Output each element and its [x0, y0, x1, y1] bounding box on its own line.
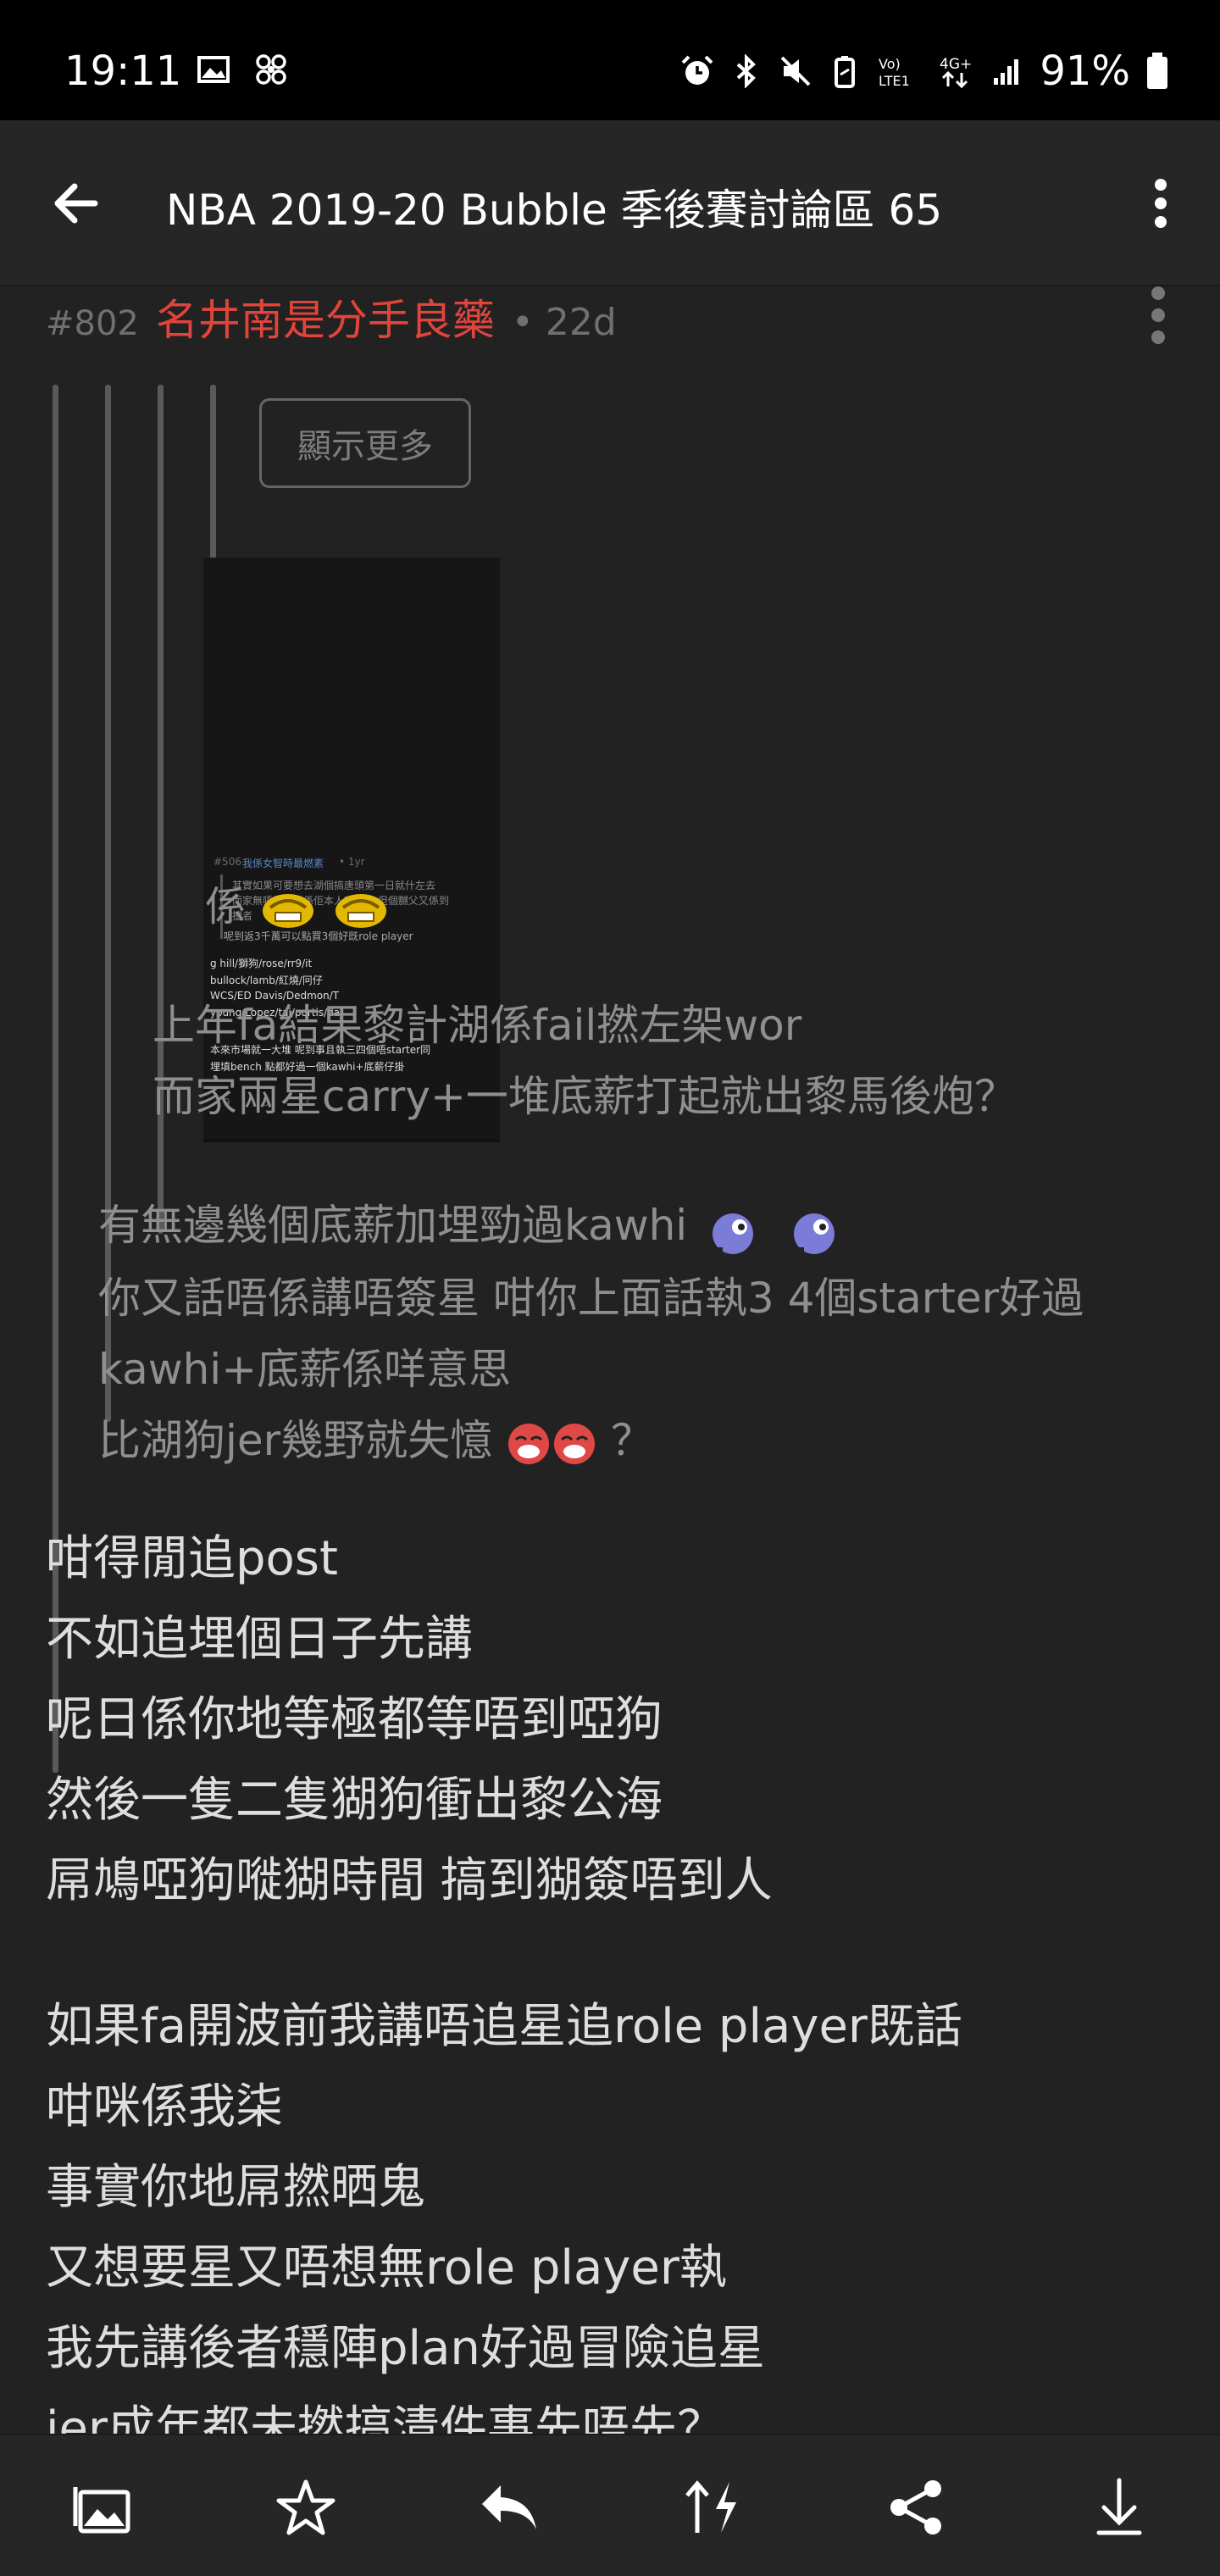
svg-text:4G+: 4G+ — [940, 56, 972, 73]
laugh-emoji-icon — [263, 894, 314, 928]
purple-blob-emoji-icon — [790, 1202, 849, 1254]
svg-text:LTE1: LTE1 — [879, 73, 910, 88]
body-line: 呢日係你地等極都等唔到啞狗 — [46, 1692, 663, 1747]
body-line: 咁咪係我柒 — [46, 2079, 283, 2135]
bottom-toolbar — [0, 2434, 1220, 2576]
bookmark-button[interactable] — [268, 2469, 344, 2545]
red-laugh-emoji-icon — [554, 1423, 596, 1464]
laugh-emoji-icon — [335, 894, 386, 928]
thumb-body-line: bullock/lamb/紅燒/冋仔 — [210, 974, 323, 986]
status-time: 19:11 — [64, 47, 182, 95]
sort-button[interactable] — [674, 2469, 751, 2545]
purple-blob-emoji-icon — [709, 1202, 768, 1254]
battery-saver-icon — [835, 56, 856, 88]
thumb-header-author: 我係女智時最燃素 — [242, 858, 324, 869]
quote3-text: 係 — [205, 873, 391, 933]
thread-title: NBA 2019-20 Bubble 季後賽討論區 65 — [166, 186, 943, 235]
post-menu-icon[interactable] — [1145, 286, 1171, 346]
thumb-header-time: • 1yr — [339, 856, 365, 868]
reply-button[interactable] — [471, 2469, 547, 2545]
post-time: • 22d — [511, 301, 617, 344]
thumb-header-num: #506 — [214, 856, 241, 868]
status-bar: 19:11 Vo) LTE1 4G+ 91% — [0, 0, 1220, 120]
quote2-line: 上年fa結果黎計湖係fail撚左架wor — [152, 1001, 802, 1050]
body-line: 如果fa開波前我講唔追星追role player既話 — [46, 1999, 962, 2054]
quote3-line: 係 — [205, 883, 247, 930]
gallery-icon — [73, 2487, 130, 2534]
quote1-line-1: 有無邊幾個底薪加埋勁過kawhi — [98, 1191, 850, 1263]
body-line: 咁得閒追post — [46, 1531, 338, 1586]
quote1-line: kawhi+底薪係咩意思 — [98, 1345, 512, 1394]
app-bar: NBA 2019-20 Bubble 季後賽討論區 65 — [0, 120, 1220, 286]
svg-text:Vo): Vo) — [879, 56, 901, 72]
more-vert-icon[interactable] — [1135, 169, 1186, 237]
sort-icon — [685, 2480, 736, 2533]
quote1-line-4: 比湖狗jer幾野就失憶 ？ — [98, 1407, 653, 1468]
fan-icon — [256, 54, 286, 85]
bluetooth-icon — [736, 54, 757, 88]
signal-icon — [994, 59, 1019, 85]
thumb-body-line: g hill/獅狗/rose/rr9/it — [210, 958, 313, 969]
mute-icon — [780, 56, 811, 86]
quote1-line: 比湖狗jer幾野就失憶 — [98, 1416, 493, 1465]
red-laugh-emoji-icon — [508, 1423, 550, 1464]
reply-icon — [482, 2485, 536, 2529]
post-header: #802 名井南是分手良藥 • 22d — [46, 286, 617, 345]
scroll-bottom-button[interactable] — [1081, 2469, 1157, 2545]
quote2-line: 而家兩星carry+一堆底薪打起就出黎馬後炮？ — [152, 1072, 1017, 1121]
body-line: jer成年都未撚搞清件事先唔先？ — [46, 2401, 725, 2434]
body-line: 又想要星又唔想無role player執 — [46, 2240, 727, 2296]
quote1-line: 有無邊幾個底薪加埋勁過kawhi — [98, 1201, 688, 1250]
share-button[interactable] — [878, 2469, 954, 2545]
post-author[interactable]: 名井南是分手良藥 — [156, 286, 495, 347]
body-line: 我先講後者穩陣plan好過冒險追星 — [46, 2321, 765, 2376]
gallery-icon — [197, 56, 230, 83]
gallery-button[interactable] — [64, 2469, 141, 2545]
quoted-screenshot-image[interactable]: #506 我係女智時最燃素 • 1yr 其實如果可要想去湖個搞唐頭第一日就什左去… — [203, 558, 500, 1142]
alarm-icon — [681, 55, 713, 85]
battery-icon — [1147, 53, 1167, 89]
show-more-button[interactable]: 顯示更多 — [259, 398, 471, 488]
post-content[interactable]: #802 名井南是分手良藥 • 22d 顯示更多 #506 我係女智時最燃素 •… — [0, 286, 1220, 2434]
quote1-line: 你又話唔係講唔簽星 咁你上面話執3 4個starter好過 — [98, 1274, 1084, 1323]
back-arrow-icon[interactable] — [44, 169, 112, 237]
body-line: 然後一隻二隻猢狗衝出黎公海 — [46, 1773, 663, 1828]
share-icon — [890, 2480, 941, 2534]
battery-percent: 91% — [1040, 47, 1130, 95]
download-icon — [1096, 2478, 1142, 2535]
body-line: 屌鳩啞狗嘥猢時間 搞到猢簽唔到人 — [46, 1853, 773, 1908]
star-icon — [276, 2479, 336, 2535]
body-line: 事實你地屌撚晒鬼 — [46, 2160, 425, 2215]
body-line: 不如追埋個日子先講 — [46, 1612, 473, 1667]
post-number: #802 — [46, 304, 139, 343]
volte-icon: Vo)LTE1 — [879, 56, 910, 88]
quote1-tail: ？ — [611, 1416, 654, 1465]
4g-icon: 4G+ — [940, 56, 973, 88]
